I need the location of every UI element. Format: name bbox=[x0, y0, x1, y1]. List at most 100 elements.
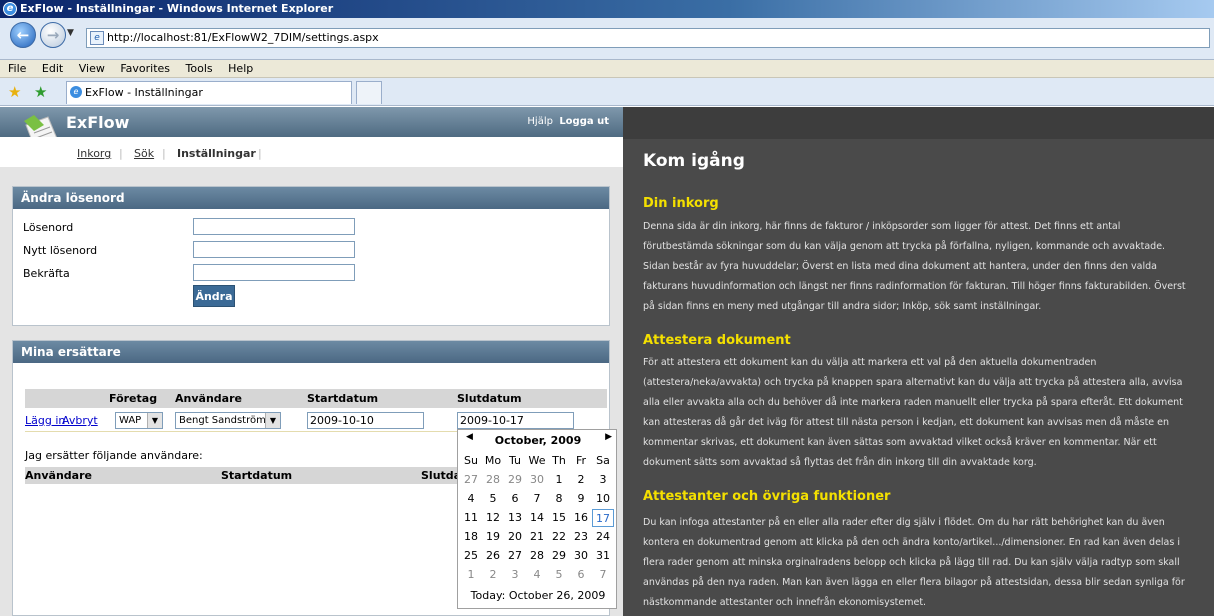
calendar-day[interactable]: 4 bbox=[526, 566, 548, 584]
help-text-inbox: Denna sida är din inkorg, här finns de f… bbox=[643, 221, 1186, 312]
company-value: WAP bbox=[119, 415, 142, 426]
logout-link[interactable]: Logga ut bbox=[559, 116, 609, 127]
col-enddate: Slutdatum bbox=[457, 392, 522, 405]
back-button[interactable]: ← bbox=[10, 22, 36, 48]
calendar-day[interactable]: 2 bbox=[482, 566, 504, 584]
menu-view[interactable]: View bbox=[79, 62, 105, 75]
add-favorites-icon[interactable]: ★ bbox=[34, 83, 47, 101]
calendar-day[interactable]: 6 bbox=[570, 566, 592, 584]
help-heading-approve: Attestera dokument bbox=[643, 333, 791, 348]
address-toolbar: ← → ▼ e http://localhost:81/ExFlowW2_7DI… bbox=[0, 18, 1214, 60]
confirm-password-field[interactable] bbox=[193, 264, 355, 281]
calendar-day[interactable]: 1 bbox=[548, 471, 570, 489]
next-month-icon[interactable]: ▶ bbox=[605, 432, 612, 442]
calendar-day[interactable]: 8 bbox=[548, 490, 570, 508]
calendar-day[interactable]: 17 bbox=[592, 509, 614, 527]
cancel-link[interactable]: Avbryt bbox=[62, 414, 98, 427]
calendar-day[interactable]: 10 bbox=[592, 490, 614, 508]
window-title: ExFlow - Inställningar - Windows Interne… bbox=[20, 2, 334, 15]
tab-exflow[interactable]: e ExFlow - Inställningar bbox=[66, 81, 352, 104]
calendar-month-title: October, 2009 bbox=[494, 434, 582, 447]
nav-installningar[interactable]: Inställningar bbox=[177, 147, 256, 160]
calendar-day[interactable]: 22 bbox=[548, 528, 570, 546]
menu-help[interactable]: Help bbox=[228, 62, 253, 75]
window-title-bar: e ExFlow - Inställningar - Windows Inter… bbox=[0, 0, 1214, 18]
calendar-day[interactable]: 25 bbox=[460, 547, 482, 565]
calendar-day[interactable]: 29 bbox=[504, 471, 526, 489]
calendar-day[interactable]: 3 bbox=[592, 471, 614, 489]
company-select[interactable]: WAP ▼ bbox=[115, 412, 163, 429]
calendar-day[interactable]: 5 bbox=[482, 490, 504, 508]
start-date-field[interactable]: 2009-10-10 bbox=[307, 412, 424, 429]
page-icon: e bbox=[90, 31, 104, 45]
menu-favorites[interactable]: Favorites bbox=[120, 62, 170, 75]
calendar-day[interactable]: 23 bbox=[570, 528, 592, 546]
calendar-day[interactable]: 29 bbox=[548, 547, 570, 565]
calendar-day[interactable]: 7 bbox=[592, 566, 614, 584]
new-password-field[interactable] bbox=[193, 241, 355, 258]
help-link[interactable]: Hjälp bbox=[527, 116, 553, 127]
header-links: Hjälp Logga ut bbox=[527, 116, 609, 127]
calendar-day[interactable]: 16 bbox=[570, 509, 592, 527]
col-company: Företag bbox=[109, 392, 158, 405]
change-password-button[interactable]: Ändra bbox=[193, 285, 235, 307]
calendar-day[interactable]: 27 bbox=[460, 471, 482, 489]
help-top-band bbox=[623, 107, 1214, 139]
menu-edit[interactable]: Edit bbox=[42, 62, 63, 75]
weekday-label: We bbox=[528, 454, 546, 467]
calendar-day[interactable]: 21 bbox=[526, 528, 548, 546]
forward-button[interactable]: → bbox=[40, 22, 66, 48]
calendar-day[interactable]: 7 bbox=[526, 490, 548, 508]
calendar-day[interactable]: 13 bbox=[504, 509, 526, 527]
calendar-day[interactable]: 5 bbox=[548, 566, 570, 584]
calendar-today-link[interactable]: Today: October 26, 2009 bbox=[458, 589, 618, 602]
calendar-day[interactable]: 6 bbox=[504, 490, 526, 508]
nav-separator: | bbox=[119, 147, 123, 160]
calendar-day[interactable]: 1 bbox=[460, 566, 482, 584]
calendar-day[interactable]: 19 bbox=[482, 528, 504, 546]
menu-bar: File Edit View Favorites Tools Help bbox=[0, 60, 1214, 78]
calendar-day[interactable]: 9 bbox=[570, 490, 592, 508]
user-select[interactable]: Bengt Sandström ▼ bbox=[175, 412, 281, 429]
substitute-for-text: Jag ersätter följande användare: bbox=[25, 449, 203, 462]
end-date-field[interactable]: 2009-10-17 bbox=[457, 412, 574, 429]
calendar-day[interactable]: 14 bbox=[526, 509, 548, 527]
nav-separator: | bbox=[162, 147, 166, 160]
help-heading-inbox: Din inkorg bbox=[643, 196, 719, 211]
history-dropdown-icon[interactable]: ▼ bbox=[67, 28, 74, 38]
calendar-day[interactable]: 2 bbox=[570, 471, 592, 489]
calendar-day[interactable]: 28 bbox=[482, 471, 504, 489]
weekday-label: Su bbox=[464, 454, 478, 467]
nav-sok[interactable]: Sök bbox=[134, 147, 154, 160]
calendar-day[interactable]: 27 bbox=[504, 547, 526, 565]
new-tab-button[interactable] bbox=[356, 81, 382, 104]
menu-tools[interactable]: Tools bbox=[186, 62, 213, 75]
add-link[interactable]: Lägg in bbox=[25, 414, 65, 427]
nav-inkorg[interactable]: Inkorg bbox=[77, 147, 111, 160]
tab-title: ExFlow - Inställningar bbox=[85, 86, 203, 99]
brand-name: ExFlow bbox=[66, 113, 130, 132]
password-label: Lösenord bbox=[23, 221, 74, 234]
calendar-day[interactable]: 4 bbox=[460, 490, 482, 508]
calendar-day[interactable]: 28 bbox=[526, 547, 548, 565]
calendar-day[interactable]: 12 bbox=[482, 509, 504, 527]
weekday-label: Th bbox=[552, 454, 566, 467]
calendar-day[interactable]: 30 bbox=[570, 547, 592, 565]
help-title: Kom igång bbox=[643, 151, 745, 171]
tab-page-icon: e bbox=[70, 86, 82, 98]
calendar-day[interactable]: 11 bbox=[460, 509, 482, 527]
calendar-day[interactable]: 15 bbox=[548, 509, 570, 527]
password-field[interactable] bbox=[193, 218, 355, 235]
favorites-star-icon[interactable]: ★ bbox=[8, 83, 21, 101]
change-password-panel: Ändra lösenord Lösenord Nytt lösenord Be… bbox=[12, 186, 610, 326]
calendar-day[interactable]: 18 bbox=[460, 528, 482, 546]
calendar-day[interactable]: 24 bbox=[592, 528, 614, 546]
calendar-day[interactable]: 3 bbox=[504, 566, 526, 584]
ie-icon: e bbox=[3, 2, 17, 16]
calendar-day[interactable]: 30 bbox=[526, 471, 548, 489]
calendar-day[interactable]: 20 bbox=[504, 528, 526, 546]
calendar-day[interactable]: 26 bbox=[482, 547, 504, 565]
address-bar[interactable]: e http://localhost:81/ExFlowW2_7DIM/sett… bbox=[86, 28, 1210, 48]
menu-file[interactable]: File bbox=[8, 62, 26, 75]
calendar-day[interactable]: 31 bbox=[592, 547, 614, 565]
